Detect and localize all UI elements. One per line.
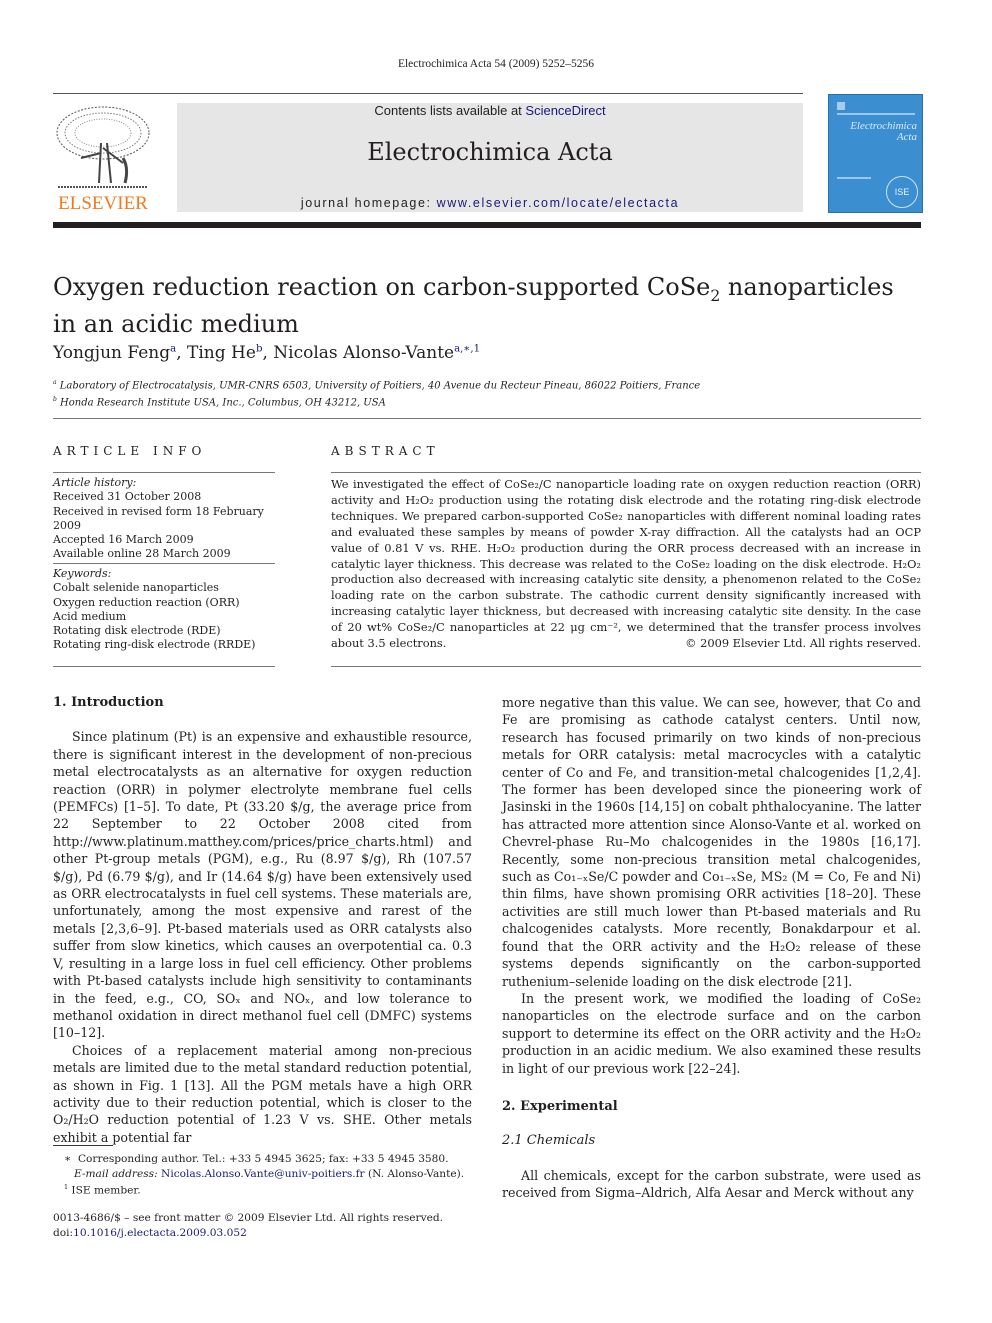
homepage-prefix: journal homepage: — [300, 196, 437, 210]
keyword-item: Rotating ring-disk electrode (RRDE) — [53, 638, 256, 652]
section-heading-introduction: 1. Introduction — [53, 695, 164, 710]
ise-seal-icon: ISE — [886, 176, 918, 208]
tree-icon — [56, 106, 150, 188]
front-matter: 0013-4686/$ – see front matter © 2009 El… — [53, 1211, 473, 1241]
front-matter-line: 0013-4686/$ – see front matter © 2009 El… — [53, 1212, 443, 1224]
divider — [53, 666, 275, 667]
author-affil-mark[interactable]: b — [256, 343, 263, 354]
history-item: Received in revised form 18 February 200… — [53, 504, 264, 532]
divider — [331, 666, 921, 667]
affil-mark: b — [53, 396, 57, 404]
history-item: Received 31 October 2008 — [53, 490, 202, 504]
author-affil-mark[interactable]: a,∗,1 — [454, 343, 480, 354]
article-history: Article history: Received 31 October 200… — [53, 476, 275, 562]
paragraph: All chemicals, except for the carbon sub… — [502, 1167, 921, 1201]
footnote-ise: 1 ISE member. — [53, 1181, 473, 1198]
keyword-item: Cobalt selenide nanoparticles — [53, 581, 219, 595]
keyword-item: Acid medium — [53, 609, 127, 623]
cover-title: Electrochimica Acta — [835, 121, 917, 143]
header-thick-rule — [53, 222, 921, 228]
body-column-right: more negative than this value. We can se… — [502, 694, 921, 1202]
homepage-line: journal homepage: www.elsevier.com/locat… — [177, 196, 803, 210]
abstract-text: We investigated the effect of CoSe₂/C na… — [331, 477, 921, 651]
title-line2: in an acidic medium — [53, 309, 299, 338]
affiliations: a Laboratory of Electrocatalysis, UMR-CN… — [53, 376, 700, 411]
author-list: Yongjun Fenga, Ting Heb, Nicolas Alonso-… — [53, 343, 481, 363]
keywords-label: Keywords: — [53, 567, 112, 580]
title-text: Oxygen reduction reaction on carbon-supp… — [53, 273, 711, 301]
article-info-heading: ARTICLE INFO — [53, 444, 207, 458]
history-label: Article history: — [53, 476, 137, 489]
paragraph: more negative than this value. We can se… — [502, 695, 921, 989]
divider — [331, 472, 921, 473]
doi-label: doi: — [53, 1227, 74, 1239]
affil-mark: a — [53, 379, 57, 386]
divider — [53, 472, 275, 473]
footnote-corresponding: ∗ Corresponding author. Tel.: +33 5 4945… — [53, 1152, 473, 1167]
author-name: Ting He — [187, 343, 256, 363]
journal-homepage-link[interactable]: www.elsevier.com/locate/electacta — [437, 196, 679, 210]
elsevier-wordmark: ELSEVIER — [58, 193, 148, 214]
article-title: Oxygen reduction reaction on carbon-supp… — [53, 273, 913, 338]
author-name: Yongjun Feng — [53, 343, 171, 363]
author-affil-mark[interactable]: a — [170, 343, 176, 354]
cover-publisher-icon — [837, 102, 845, 110]
divider — [53, 563, 275, 564]
doi-link[interactable]: 10.1016/j.electacta.2009.03.052 — [73, 1227, 247, 1239]
affiliation-item: a Laboratory of Electrocatalysis, UMR-CN… — [53, 376, 700, 393]
keyword-item: Oxygen reduction reaction (ORR) — [53, 595, 240, 609]
paragraph: Choices of a replacement material among … — [53, 1042, 472, 1145]
email-link[interactable]: Nicolas.Alonso.Vante@univ-poitiers.fr — [161, 1168, 365, 1180]
cover-publisher-line — [837, 177, 871, 179]
author-name: Nicolas Alonso-Vante — [273, 343, 455, 363]
section-heading-experimental: 2. Experimental — [502, 1098, 618, 1114]
footnote-mark: ∗ — [64, 1153, 72, 1165]
journal-banner: Contents lists available at ScienceDirec… — [177, 103, 803, 212]
contents-line: Contents lists available at ScienceDirec… — [177, 103, 803, 118]
journal-title: Electrochimica Acta — [367, 138, 613, 166]
footnotes: ∗ Corresponding author. Tel.: +33 5 4945… — [53, 1152, 473, 1198]
doi-line: doi:10.1016/j.electacta.2009.03.052 — [53, 1226, 473, 1241]
affil-text: Honda Research Institute USA, Inc., Colu… — [60, 397, 386, 409]
affil-text: Laboratory of Electrocatalysis, UMR-CNRS… — [59, 380, 701, 392]
title-subscript: 2 — [710, 286, 721, 305]
running-head: Electrochimica Acta 54 (2009) 5252–5256 — [397, 58, 595, 70]
email-label: E-mail address: — [74, 1167, 162, 1180]
keyword-item: Rotating disk electrode (RDE) — [53, 624, 221, 638]
subsection-heading-chemicals: 2.1 Chemicals — [502, 1133, 596, 1149]
body-column-left: 1. Introduction Since platinum (Pt) is a… — [53, 694, 472, 1146]
footnote-mark: 1 — [64, 1184, 69, 1191]
sciencedirect-link[interactable]: ScienceDirect — [525, 103, 605, 118]
abstract-heading: ABSTRACT — [331, 444, 440, 458]
affiliation-item: b Honda Research Institute USA, Inc., Co… — [53, 393, 700, 410]
history-item: Accepted 16 March 2009 — [53, 533, 194, 547]
history-item: Available online 28 March 2009 — [53, 547, 231, 561]
divider — [53, 418, 921, 419]
footnote-rule — [53, 1145, 113, 1146]
keywords: Keywords: Cobalt selenide nanoparticles … — [53, 567, 275, 653]
paragraph: Since platinum (Pt) is an expensive and … — [53, 729, 472, 1041]
paragraph: In the present work, we modified the loa… — [502, 990, 921, 1076]
cover-band — [837, 113, 915, 115]
footnote-text: Corresponding author. Tel.: +33 5 4945 3… — [77, 1153, 449, 1165]
email-suffix: (N. Alonso-Vante). — [364, 1167, 465, 1180]
title-text-cont: nanoparticles — [720, 273, 894, 301]
journal-cover-thumbnail[interactable]: Electrochimica Acta ISE — [828, 94, 923, 213]
contents-prefix: Contents lists available at — [374, 103, 526, 118]
cover-title-line2: Acta — [896, 131, 917, 143]
top-rule — [53, 93, 803, 94]
footnote-email: E-mail address: Nicolas.Alonso.Vante@uni… — [53, 1167, 473, 1182]
footnote-text: ISE member. — [71, 1184, 141, 1197]
abstract-copyright: © 2009 Elsevier Ltd. All rights reserved… — [685, 636, 921, 650]
